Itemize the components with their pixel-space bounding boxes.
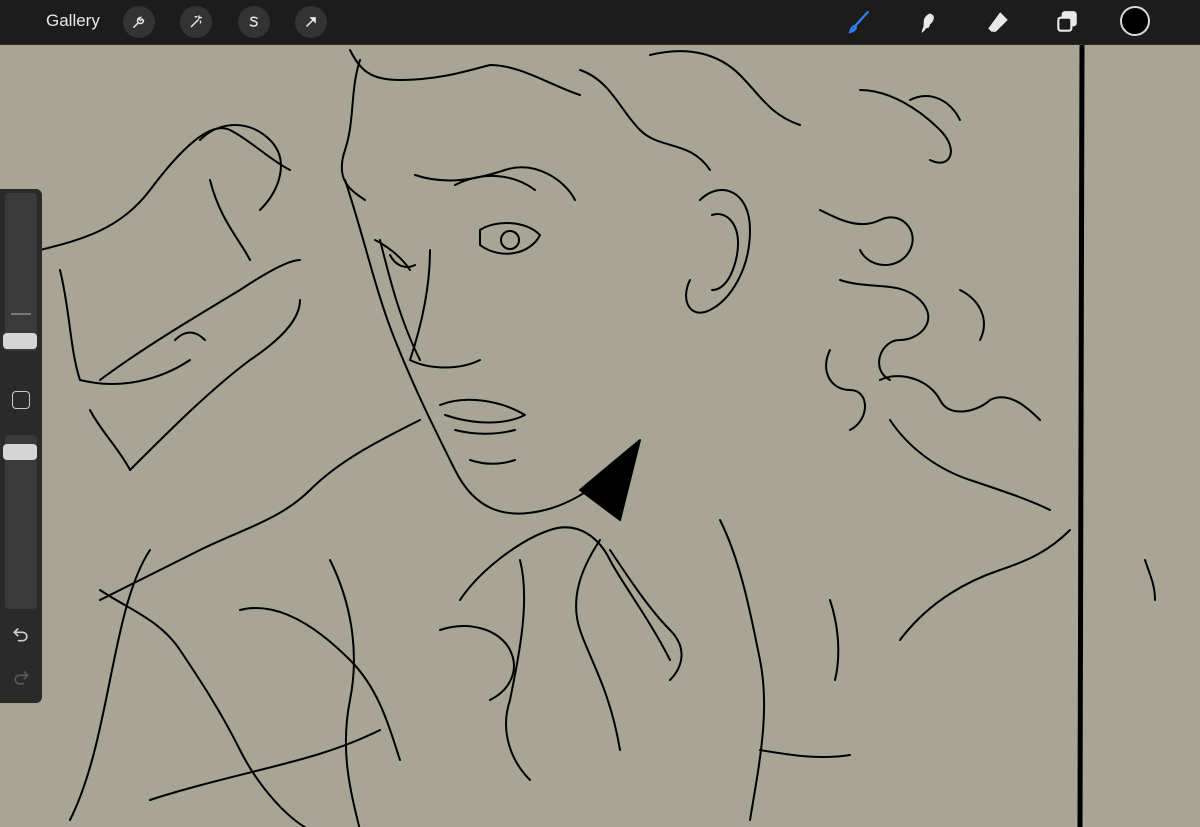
brush-size-thumb[interactable]: [3, 333, 37, 349]
selection-s-icon[interactable]: [238, 6, 270, 38]
magic-wand-icon[interactable]: [180, 6, 212, 38]
line-art-sketch: [39, 45, 1156, 827]
layers-icon[interactable]: [1051, 6, 1083, 38]
undo-icon[interactable]: [10, 623, 32, 645]
opacity-slider[interactable]: [5, 435, 37, 609]
brush-size-slider[interactable]: [5, 193, 37, 351]
eraser-icon[interactable]: [982, 6, 1014, 38]
redo-icon[interactable]: [10, 666, 32, 688]
opacity-thumb[interactable]: [3, 444, 37, 460]
transform-arrow-icon[interactable]: [295, 6, 327, 38]
color-picker-button[interactable]: [1120, 6, 1150, 36]
drawing-canvas[interactable]: [0, 45, 1200, 827]
smudge-icon[interactable]: [912, 6, 944, 38]
top-toolbar: Gallery: [0, 0, 1200, 45]
wrench-icon[interactable]: [123, 6, 155, 38]
slider-tick: [11, 313, 31, 315]
gallery-button[interactable]: Gallery: [46, 11, 100, 31]
brush-icon[interactable]: [843, 6, 875, 38]
left-sidebar: [0, 189, 42, 703]
square-icon[interactable]: [12, 391, 30, 409]
